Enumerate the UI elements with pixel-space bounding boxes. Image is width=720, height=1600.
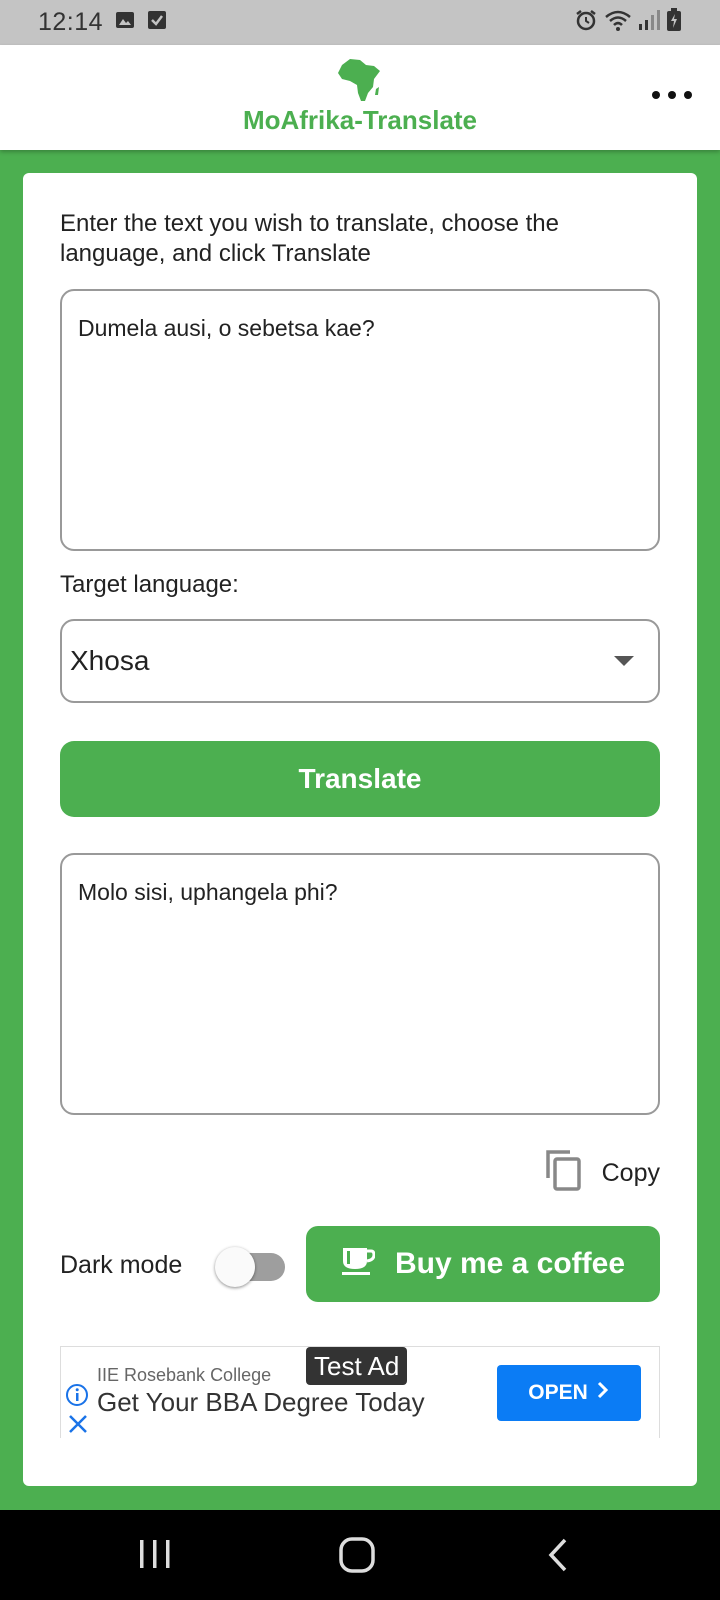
source-text-input[interactable]: Dumela ausi, o sebetsa kae? xyxy=(60,289,660,551)
buy-me-a-coffee-button[interactable]: Buy me a coffee xyxy=(306,1226,660,1302)
more-horizontal-icon[interactable] xyxy=(652,85,692,105)
app-bar: MoAfrika-Translate xyxy=(0,45,720,150)
ad-advertiser: IIE Rosebank College xyxy=(97,1365,272,1385)
instructions-text: Enter the text you wish to translate, ch… xyxy=(60,210,559,267)
back-icon[interactable] xyxy=(546,1536,570,1579)
wifi-icon xyxy=(604,8,632,37)
chevron-down-icon xyxy=(614,656,634,666)
recent-apps-icon[interactable] xyxy=(138,1536,172,1577)
test-ad-tag: Test Ad xyxy=(306,1347,408,1385)
dark-mode-label: Dark mode xyxy=(60,1251,183,1279)
ad-open-label: OPEN xyxy=(528,1381,588,1404)
target-language-value: Xhosa xyxy=(70,645,150,676)
translated-text-output[interactable]: Molo sisi, uphangela phi? xyxy=(60,853,660,1115)
status-time: 12:14 xyxy=(38,8,104,36)
image-icon xyxy=(115,10,135,35)
dark-mode-toggle[interactable] xyxy=(215,1247,285,1287)
ad-banner[interactable]: Test Ad IIE Rosebank College Get Your BB… xyxy=(60,1346,660,1438)
battery-charging-icon xyxy=(666,8,682,37)
copy-label: Copy xyxy=(601,1159,660,1187)
target-language-label: Target language: xyxy=(60,571,239,598)
close-icon[interactable] xyxy=(67,1413,89,1436)
copy-button[interactable]: Copy xyxy=(544,1148,660,1199)
africa-map-icon xyxy=(336,57,384,108)
status-bar: 12:14 xyxy=(0,0,720,45)
signal-icon xyxy=(638,9,660,36)
alarm-icon xyxy=(574,8,598,37)
app-title: MoAfrika-Translate xyxy=(242,105,478,135)
info-icon[interactable] xyxy=(65,1383,89,1412)
home-icon[interactable] xyxy=(338,1536,376,1579)
chevron-right-icon xyxy=(596,1381,610,1405)
ad-open-button[interactable]: OPEN xyxy=(497,1365,641,1421)
copy-icon xyxy=(544,1148,582,1199)
translate-button[interactable]: Translate xyxy=(60,741,660,817)
coffee-cup-icon xyxy=(341,1243,376,1285)
ad-headline: Get Your BBA Degree Today xyxy=(97,1387,425,1417)
coffee-label: Buy me a coffee xyxy=(394,1247,626,1280)
checkbox-icon xyxy=(147,10,167,35)
system-nav-bar xyxy=(0,1510,720,1600)
target-language-dropdown[interactable]: Xhosa xyxy=(60,619,660,703)
translate-card: Enter the text you wish to translate, ch… xyxy=(23,173,697,1486)
